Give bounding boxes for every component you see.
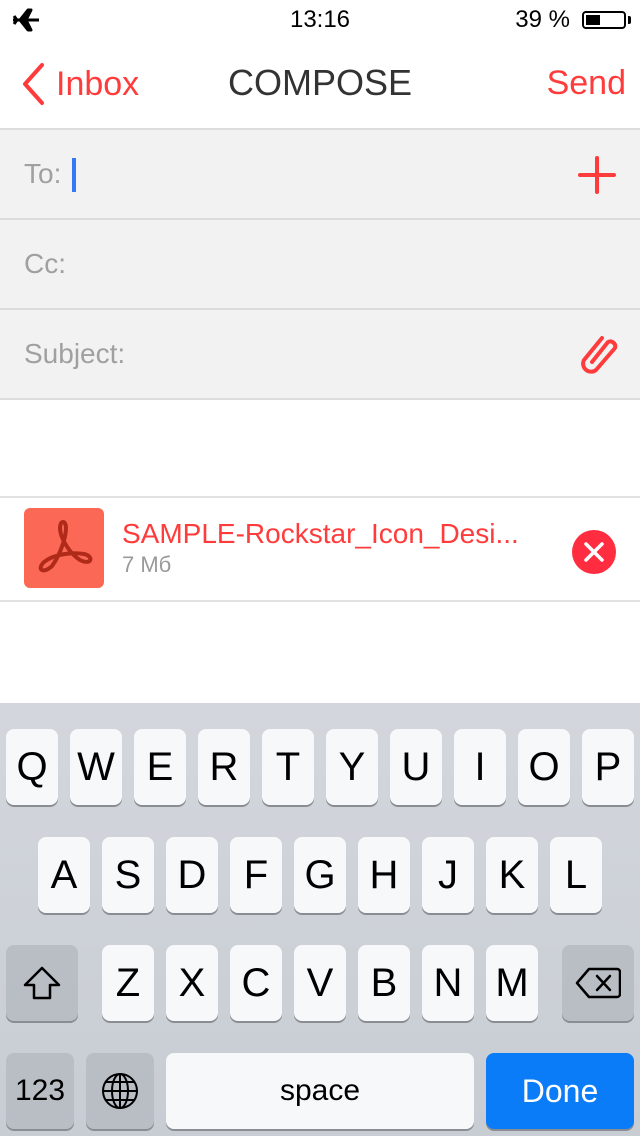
backspace-key[interactable] <box>562 945 634 1021</box>
plus-icon[interactable] <box>578 156 616 194</box>
nav-bar: COMPOSE Inbox Send <box>0 40 640 130</box>
key-e[interactable]: E <box>134 729 186 805</box>
key-d[interactable]: D <box>166 837 218 913</box>
attachment-name[interactable]: SAMPLE-Rockstar_Icon_Desi... <box>122 518 519 550</box>
key-z[interactable]: Z <box>102 945 154 1021</box>
key-h[interactable]: H <box>358 837 410 913</box>
keyboard: QWERTYUIOP ASDFGHJKL ZXCVBNM 123 space D… <box>0 703 640 1136</box>
send-button[interactable]: Send <box>547 64 626 103</box>
subject-field[interactable]: Subject: <box>0 310 640 400</box>
key-n[interactable]: N <box>422 945 474 1021</box>
key-a[interactable]: A <box>38 837 90 913</box>
attachment-size: 7 Мб <box>122 552 172 577</box>
paperclip-icon[interactable] <box>578 332 618 376</box>
remove-attachment-button[interactable] <box>572 530 616 574</box>
key-i[interactable]: I <box>454 729 506 805</box>
pdf-icon <box>24 508 104 588</box>
key-b[interactable]: B <box>358 945 410 1021</box>
key-m[interactable]: M <box>486 945 538 1021</box>
backspace-icon <box>575 967 621 999</box>
to-label: To: <box>24 158 62 189</box>
key-q[interactable]: Q <box>6 729 58 805</box>
battery-tip <box>628 16 631 24</box>
key-u[interactable]: U <box>390 729 442 805</box>
text-cursor <box>72 158 76 192</box>
shift-icon <box>23 966 61 1000</box>
space-key[interactable]: space <box>166 1053 474 1129</box>
close-icon <box>584 542 604 562</box>
key-r[interactable]: R <box>198 729 250 805</box>
key-k[interactable]: K <box>486 837 538 913</box>
key-j[interactable]: J <box>422 837 474 913</box>
key-g[interactable]: G <box>294 837 346 913</box>
subject-label: Subject: <box>24 338 126 369</box>
to-field[interactable]: To: <box>0 130 640 220</box>
battery-icon <box>582 11 626 29</box>
back-button-label: Inbox <box>56 64 140 103</box>
key-p[interactable]: P <box>582 729 634 805</box>
back-button[interactable]: Inbox <box>20 62 139 106</box>
key-w[interactable]: W <box>70 729 122 805</box>
key-y[interactable]: Y <box>326 729 378 805</box>
battery-percent: 39 % <box>515 6 570 33</box>
attachment-item[interactable]: SAMPLE-Rockstar_Icon_Desi... 7 Мб <box>0 496 640 602</box>
key-t[interactable]: T <box>262 729 314 805</box>
numbers-key[interactable]: 123 <box>6 1053 74 1129</box>
cc-label: Cc: <box>24 248 66 279</box>
key-v[interactable]: V <box>294 945 346 1021</box>
done-key[interactable]: Done <box>486 1053 634 1129</box>
key-f[interactable]: F <box>230 837 282 913</box>
chevron-left-icon <box>23 63 44 105</box>
globe-key[interactable] <box>86 1053 154 1129</box>
cc-field[interactable]: Cc: <box>0 220 640 310</box>
shift-key[interactable] <box>6 945 78 1021</box>
key-c[interactable]: C <box>230 945 282 1021</box>
globe-icon <box>102 1073 138 1109</box>
key-o[interactable]: O <box>518 729 570 805</box>
status-bar: 13:16 39 % <box>0 0 640 40</box>
key-s[interactable]: S <box>102 837 154 913</box>
battery-fill <box>586 15 600 25</box>
key-l[interactable]: L <box>550 837 602 913</box>
key-x[interactable]: X <box>166 945 218 1021</box>
